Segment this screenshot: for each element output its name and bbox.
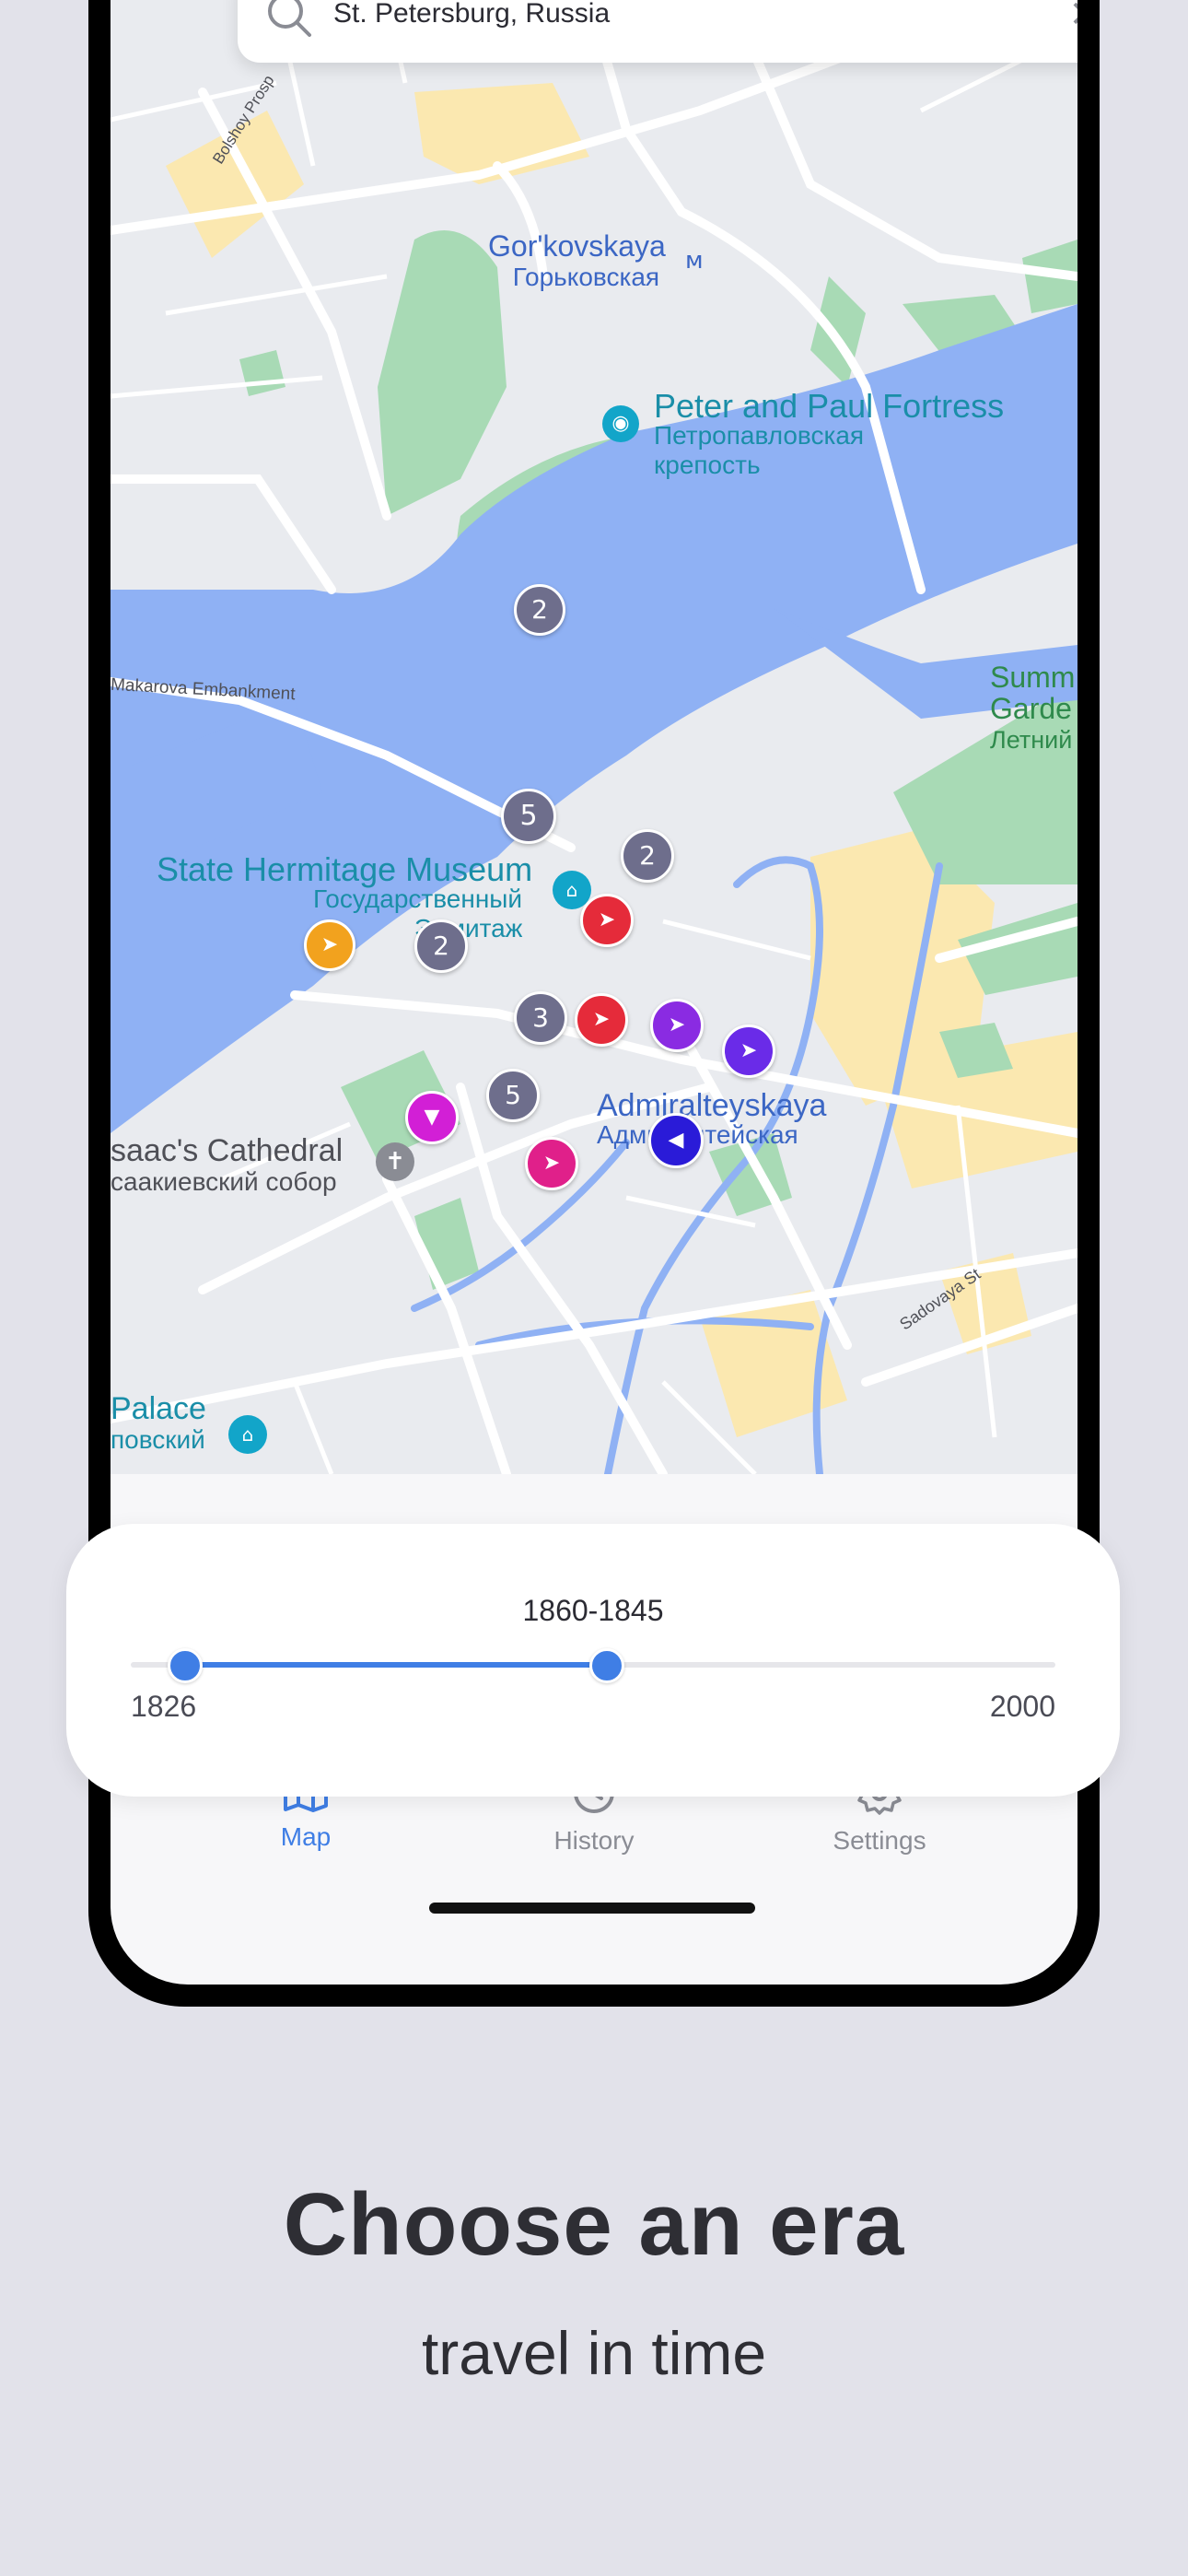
poi-museum-icon[interactable]: ⌂: [228, 1415, 267, 1454]
slider-track-fill: [182, 1662, 606, 1668]
promo-subline: travel in time: [421, 2319, 767, 2387]
poi-camera-icon[interactable]: ◉: [602, 405, 639, 442]
location-pin[interactable]: ➤: [650, 999, 704, 1052]
location-pin[interactable]: ▼: [405, 1091, 459, 1144]
slider-max-label: 2000: [989, 1690, 1055, 1723]
era-slider-card: 1860-1845 1826 2000: [66, 1524, 1120, 1797]
search-icon: [265, 0, 315, 44]
church-icon[interactable]: ✝: [376, 1142, 414, 1181]
cluster-marker[interactable]: 3: [514, 991, 567, 1045]
map-canvas[interactable]: [111, 0, 1077, 1474]
location-pin[interactable]: ➤: [722, 1025, 775, 1078]
search-bar[interactable]: St. Petersburg, Russia ✕: [238, 0, 1077, 63]
cluster-marker[interactable]: 2: [414, 919, 468, 973]
cluster-marker[interactable]: 5: [501, 789, 556, 844]
poi-label-palace: Palace повский: [111, 1391, 206, 1454]
slider-thumb-high[interactable]: [589, 1648, 624, 1683]
metro-icon: ᴍ: [685, 247, 704, 275]
location-pin[interactable]: ➤: [580, 894, 634, 947]
location-pin[interactable]: ◀: [648, 1113, 704, 1168]
promo-headline: Choose an era: [283, 2175, 905, 2274]
cluster-marker[interactable]: 2: [621, 829, 674, 883]
cluster-marker[interactable]: 5: [486, 1069, 540, 1122]
era-range-label: 1860-1845: [522, 1594, 664, 1627]
cluster-marker[interactable]: 2: [514, 584, 565, 636]
poi-label-isaac: saac's Cathedral саакиевский собор: [111, 1133, 344, 1196]
home-indicator: [429, 1903, 755, 1914]
location-pin[interactable]: ➤: [304, 919, 355, 971]
metro-label-admiralteyskaya: Admiralteyskaya Адмиралтейская: [597, 1088, 827, 1149]
tab-label: Map: [280, 1822, 332, 1851]
poi-label-summer-garden: Summ Garde Летний: [990, 661, 1076, 754]
tab-label: Settings: [833, 1826, 926, 1855]
map-view[interactable]: Gor'kovskaya Горьковская ᴍ ◉ Peter and P…: [111, 0, 1077, 1474]
slider-min-label: 1826: [131, 1690, 197, 1723]
search-input[interactable]: St. Petersburg, Russia: [333, 0, 610, 29]
location-pin[interactable]: ➤: [525, 1137, 578, 1190]
close-icon[interactable]: ✕: [1068, 0, 1077, 33]
location-pin[interactable]: ➤: [575, 993, 628, 1047]
poi-label-fortress: Peter and Paul Fortress Петропавловская …: [654, 387, 1005, 480]
metro-label-gorkovskaya: Gor'kovskaya Горьковская: [488, 229, 666, 291]
slider-thumb-low[interactable]: [168, 1648, 203, 1683]
tab-label: History: [553, 1826, 635, 1855]
